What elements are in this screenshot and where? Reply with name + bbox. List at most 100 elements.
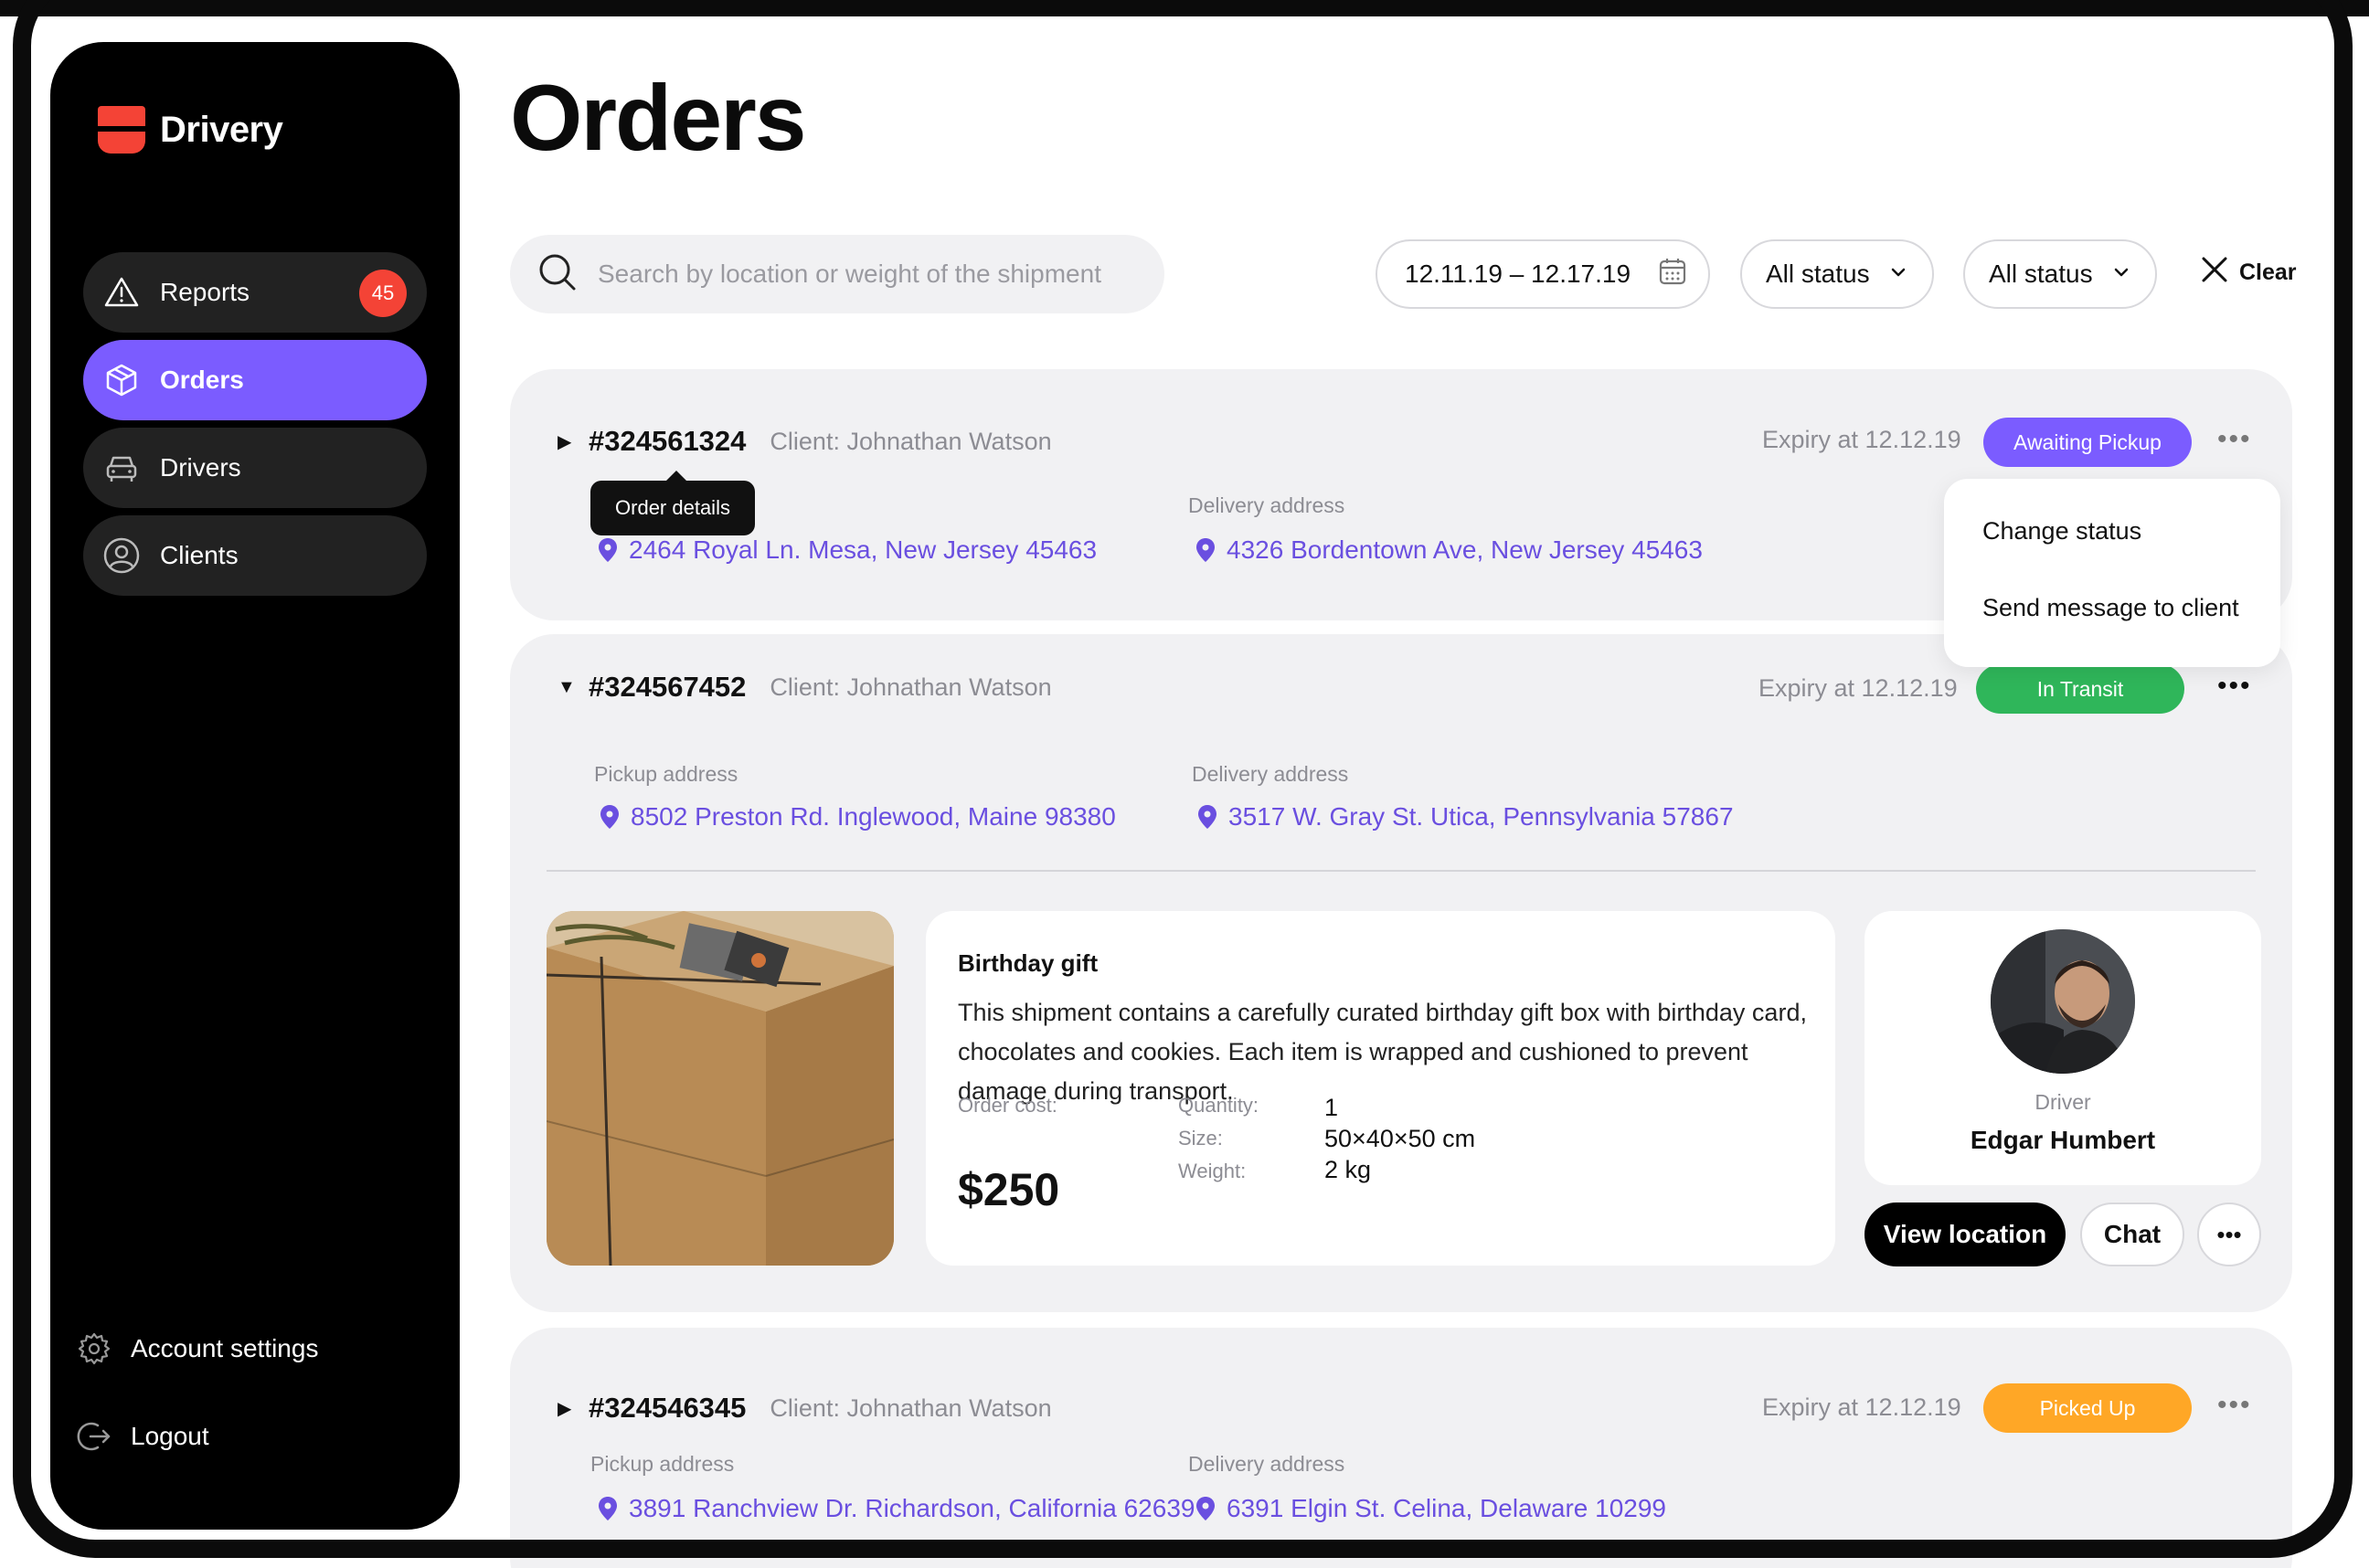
caret-right-icon[interactable]: ▶: [558, 430, 581, 453]
status-filter-value: All status: [1989, 260, 2093, 288]
caret-right-icon[interactable]: ▶: [558, 1397, 581, 1420]
order-card-expanded[interactable]: ▼ #324567452 Client: Johnathan Watson Ex…: [510, 634, 2292, 1312]
more-dots-icon: •••: [2216, 1220, 2242, 1248]
status-filter-value: All status: [1766, 260, 1870, 288]
delivery-address-label: Delivery address: [1188, 1452, 1345, 1476]
quantity-value: 1: [1324, 1094, 1339, 1121]
caret-down-icon[interactable]: ▼: [558, 677, 581, 698]
calendar-icon: [1657, 256, 1688, 293]
sidebar-item-label: Reports: [160, 278, 250, 306]
weight-value: 2 kg: [1324, 1156, 1372, 1183]
pickup-address-label: Pickup address: [594, 762, 738, 786]
delivery-address[interactable]: 6391 Elgin St. Celina, Delaware 10299: [1195, 1494, 1666, 1523]
driver-name: Edgar Humbert: [1970, 1126, 2156, 1154]
sidebar-item-drivers[interactable]: Drivers: [83, 428, 427, 508]
shipment-photo: [547, 911, 894, 1266]
location-pin-icon: [599, 538, 617, 562]
gear-icon: [74, 1329, 114, 1369]
menu-item-change-status[interactable]: Change status: [1982, 517, 2141, 546]
location-pin-icon: [600, 805, 619, 829]
app-frame: Drivery Reports 45 Orders Drivers Client…: [0, 0, 2369, 1568]
order-actions-menu: Change status Send message to client: [1944, 479, 2280, 667]
weight-label: Weight:: [1178, 1160, 1247, 1182]
expiry-date: Expiry at 12.12.19: [1762, 426, 1961, 453]
client-name: Client: Johnathan Watson: [770, 673, 1052, 701]
pickup-address-text: 2464 Royal Ln. Mesa, New Jersey 45463: [629, 535, 1098, 564]
clear-label: Clear: [2239, 260, 2297, 285]
more-options-icon[interactable]: •••: [2217, 424, 2252, 455]
expiry-date: Expiry at 12.12.19: [1762, 1393, 1961, 1421]
order-id[interactable]: #324561324: [589, 425, 746, 458]
status-filter-2[interactable]: All status: [1963, 239, 2157, 309]
search-bar[interactable]: [510, 235, 1164, 313]
driver-card[interactable]: Driver Edgar Humbert: [1864, 911, 2261, 1185]
status-badge[interactable]: Picked Up: [1983, 1383, 2192, 1433]
delivery-address[interactable]: 4326 Bordentown Ave, New Jersey 45463: [1195, 535, 1703, 565]
menu-item-send-message[interactable]: Send message to client: [1982, 594, 2239, 622]
pickup-address[interactable]: 3891 Ranchview Dr. Richardson, Californi…: [598, 1494, 1195, 1523]
size-label: Size:: [1178, 1127, 1223, 1150]
brand-name: Drivery: [160, 109, 283, 150]
logo[interactable]: Drivery: [98, 106, 283, 154]
shipment-title: Birthday gift: [958, 949, 1099, 977]
location-pin-icon: [599, 1497, 617, 1520]
location-pin-icon: [1198, 805, 1216, 829]
driver-avatar: [1991, 929, 2135, 1074]
delivery-address-text: 3517 W. Gray St. Utica, Pennsylvania 578…: [1228, 802, 1734, 831]
sidebar-item-reports[interactable]: Reports 45: [83, 252, 427, 333]
order-card[interactable]: ▶ #324546345 Client: Johnathan Watson Ex…: [510, 1328, 2292, 1568]
expiry-date: Expiry at 12.12.19: [1758, 674, 1958, 702]
date-range-picker[interactable]: 12.11.19 – 12.17.19: [1376, 239, 1710, 309]
more-options-icon[interactable]: •••: [2217, 1390, 2252, 1421]
chat-button[interactable]: Chat: [2080, 1202, 2184, 1266]
warning-icon: [101, 272, 142, 313]
logo-mark-icon: [98, 106, 145, 154]
location-pin-icon: [1196, 1497, 1215, 1520]
size-value: 50×40×50 cm: [1324, 1125, 1476, 1152]
account-settings-label: Account settings: [131, 1334, 319, 1362]
box-icon: [101, 360, 142, 400]
sidebar-item-orders[interactable]: Orders: [83, 340, 427, 420]
sidebar-nav: Reports 45 Orders Drivers Clients: [83, 252, 427, 603]
status-filter-1[interactable]: All status: [1740, 239, 1934, 309]
client-name: Client: Johnathan Watson: [770, 427, 1052, 455]
quantity-label: Quantity:: [1178, 1094, 1259, 1117]
pickup-address[interactable]: 8502 Preston Rd. Inglewood, Maine 98380: [600, 802, 1116, 832]
divider: [547, 870, 2256, 872]
shipment-description: This shipment contains a carefully curat…: [958, 999, 1807, 1105]
clear-filters-button[interactable]: Clear: [2199, 254, 2297, 291]
order-details-panel: Birthday gift This shipment contains a c…: [926, 911, 1835, 1266]
status-badge[interactable]: In Transit: [1976, 664, 2184, 714]
search-icon: [537, 252, 578, 297]
search-input[interactable]: [596, 259, 1111, 290]
order-id[interactable]: #324567452: [589, 671, 746, 704]
sidebar-item-label: Drivers: [160, 453, 241, 482]
status-badge[interactable]: Awaiting Pickup: [1983, 418, 2192, 467]
order-id[interactable]: #324546345: [589, 1392, 746, 1425]
car-icon: [101, 448, 142, 488]
order-cost-value: $250: [958, 1164, 1060, 1215]
delivery-address[interactable]: 3517 W. Gray St. Utica, Pennsylvania 578…: [1197, 802, 1734, 832]
logout-label: Logout: [131, 1422, 209, 1450]
sidebar: Drivery Reports 45 Orders Drivers Client…: [50, 42, 460, 1530]
date-range-value: 12.11.19 – 12.17.19: [1405, 260, 1631, 288]
sidebar-bottom: Account settings Logout: [74, 1321, 318, 1497]
sidebar-item-label: Clients: [160, 541, 239, 569]
user-circle-icon: [101, 535, 142, 576]
pickup-address[interactable]: 2464 Royal Ln. Mesa, New Jersey 45463: [598, 535, 1097, 565]
more-options-button[interactable]: •••: [2197, 1202, 2261, 1266]
account-settings-link[interactable]: Account settings: [74, 1321, 318, 1376]
delivery-address-label: Delivery address: [1192, 762, 1349, 786]
order-details-tooltip: Order details: [590, 471, 755, 535]
location-pin-icon: [1196, 538, 1215, 562]
notification-badge: 45: [359, 270, 407, 317]
delivery-address-label: Delivery address: [1188, 493, 1345, 517]
logout-link[interactable]: Logout: [74, 1409, 318, 1464]
sidebar-item-label: Orders: [160, 366, 244, 394]
delivery-address-text: 6391 Elgin St. Celina, Delaware 10299: [1227, 1494, 1666, 1522]
view-location-button[interactable]: View location: [1864, 1202, 2066, 1266]
more-options-icon[interactable]: •••: [2217, 671, 2252, 702]
client-name: Client: Johnathan Watson: [770, 1393, 1052, 1422]
close-icon: [2199, 254, 2230, 291]
sidebar-item-clients[interactable]: Clients: [83, 515, 427, 596]
